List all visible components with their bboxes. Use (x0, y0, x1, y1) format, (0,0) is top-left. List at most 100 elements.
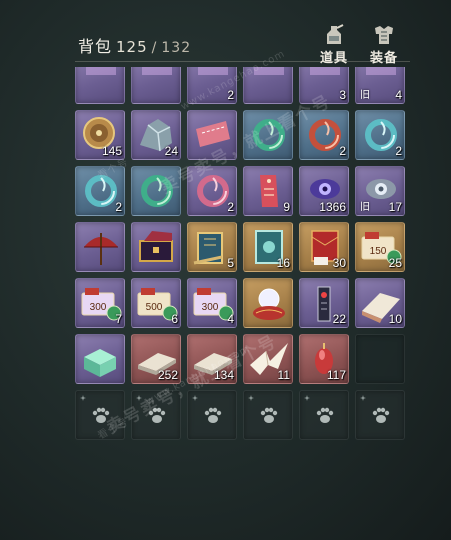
inventory-slot[interactable] (243, 67, 293, 104)
inventory-slot[interactable]: 24 (131, 110, 181, 160)
inventory-slot[interactable] (131, 166, 181, 216)
inventory-slot[interactable]: 22 (299, 278, 349, 328)
bottle-icon (327, 24, 344, 44)
item-quantity: 6 (171, 312, 178, 326)
inventory-slot[interactable]: 旧 17 (355, 166, 405, 216)
inventory-slot[interactable]: 150 25 (355, 222, 405, 272)
inventory-slot[interactable]: 300 4 (187, 278, 237, 328)
inventory-slot[interactable]: 134 (187, 334, 237, 384)
item-quantity: 17 (388, 200, 402, 214)
locked-slot[interactable] (299, 390, 349, 440)
armor-icon (375, 26, 393, 44)
tab-props[interactable]: 道具 (314, 24, 354, 66)
inventory-slot[interactable]: 16 (243, 222, 293, 272)
item-quantity: 5 (227, 256, 234, 270)
sparkle-icon (360, 395, 366, 401)
inventory-slot[interactable] (75, 222, 125, 272)
header-divider (75, 61, 410, 62)
bag-title: 背包 125/132 (78, 33, 191, 57)
inventory-slot[interactable]: 旧4 (355, 67, 405, 104)
crystal-ball-icon (253, 288, 285, 320)
inventory-slot[interactable]: 2 (187, 166, 237, 216)
sparkle-icon (136, 395, 142, 401)
old-item-tag: 旧 (360, 202, 370, 213)
empty-slot[interactable] (355, 334, 405, 384)
svg-text:500: 500 (146, 302, 163, 313)
paw-icon (316, 407, 334, 423)
item-quantity: 2 (115, 200, 122, 214)
inventory-slot[interactable]: 252 (131, 334, 181, 384)
item-quantity: 145 (101, 144, 122, 158)
tab-props-label: 道具 (319, 51, 348, 66)
inventory-slot[interactable] (75, 334, 125, 384)
tab-equipment-label: 装备 (369, 51, 398, 66)
sparkle-icon (304, 395, 310, 401)
inventory-slot[interactable] (75, 67, 125, 104)
locked-slot[interactable] (355, 390, 405, 440)
bag-title-text: 背包 (78, 37, 113, 56)
inventory-slot[interactable]: 10 (355, 278, 405, 328)
jade-box-icon (84, 349, 116, 377)
item-quantity: 22 (332, 312, 346, 326)
item-quantity: 134 (213, 368, 234, 382)
svg-text:150: 150 (370, 246, 387, 257)
inventory-slot[interactable]: 2 (187, 67, 237, 104)
green-ring-icon (141, 175, 173, 207)
item-quantity: 2 (395, 144, 402, 158)
paw-icon (372, 407, 390, 423)
item-quantity: 10 (388, 312, 402, 326)
partial-item-icon (142, 67, 172, 75)
locked-slot[interactable] (187, 390, 237, 440)
item-quantity: 2 (339, 144, 346, 158)
item-quantity: 9 (283, 200, 290, 214)
item-quantity: 2 (227, 88, 234, 102)
item-quantity: 4 (227, 312, 234, 326)
green-ring-icon (253, 119, 285, 151)
inventory-slot[interactable]: 2 (355, 110, 405, 160)
inventory-slot[interactable]: 3 (299, 67, 349, 104)
inventory-slot[interactable]: 5 (187, 222, 237, 272)
locked-slot[interactable] (131, 390, 181, 440)
item-quantity: 117 (326, 368, 346, 382)
item-quantity: 2 (227, 200, 234, 214)
inventory-slot[interactable]: 300 7 (75, 278, 125, 328)
inventory-slot[interactable]: 1366 (299, 166, 349, 216)
item-quantity: 24 (164, 144, 178, 158)
inventory-slot[interactable] (243, 278, 293, 328)
inventory-slot[interactable]: 117 (299, 334, 349, 384)
inventory-slot[interactable] (187, 110, 237, 160)
old-item-tag: 旧 (360, 90, 370, 101)
svg-text:300: 300 (202, 302, 219, 313)
umbrella-icon (84, 233, 118, 265)
inventory-slot[interactable] (243, 110, 293, 160)
sparkle-icon (80, 395, 86, 401)
inventory-slot[interactable]: 2 (299, 110, 349, 160)
inventory-slot[interactable] (131, 222, 181, 272)
inventory-slot[interactable]: 9 (243, 166, 293, 216)
item-quantity: 7 (115, 312, 122, 326)
item-quantity: 11 (277, 368, 290, 382)
locked-slot[interactable] (243, 390, 293, 440)
tab-equipment[interactable]: 装备 (364, 24, 404, 66)
item-quantity: 252 (157, 368, 178, 382)
item-quantity: 4 (395, 88, 402, 102)
inventory-slot[interactable]: 145 (75, 110, 125, 160)
inventory-slot[interactable]: 500 6 (131, 278, 181, 328)
chest-icon (139, 231, 173, 262)
inventory-slot[interactable] (131, 67, 181, 104)
paw-icon (260, 407, 278, 423)
bag-capacity: 132 (161, 40, 192, 56)
item-quantity: 1366 (319, 200, 346, 214)
inventory-grid-viewport[interactable]: 2 3 旧 4 145 24 2 2 2 2 9 1366 旧 17 5 16 30 150 25 300 7 500 6 3… (75, 67, 410, 443)
inventory-grid: 2 3 旧 4 145 24 2 2 2 2 9 1366 旧 17 5 16 30 150 25 300 7 500 6 3… (75, 67, 405, 440)
bag-header: 背包 125/132 道具 装备 (0, 0, 451, 66)
item-quantity: 30 (332, 256, 346, 270)
inventory-slot[interactable]: 30 (299, 222, 349, 272)
paw-icon (92, 407, 110, 423)
partial-item-icon (254, 67, 284, 75)
inventory-slot[interactable]: 2 (75, 166, 125, 216)
item-quantity: 16 (276, 256, 290, 270)
locked-slot[interactable] (75, 390, 125, 440)
paw-icon (204, 407, 222, 423)
inventory-slot[interactable]: 11 (243, 334, 293, 384)
